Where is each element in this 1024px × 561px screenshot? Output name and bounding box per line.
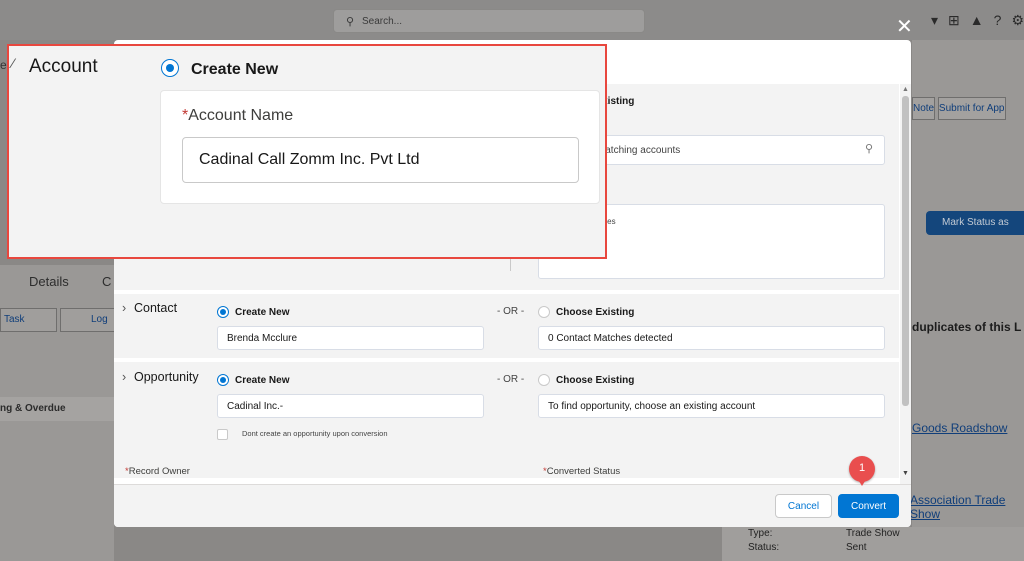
opportunity-name-input[interactable]: Cadinal Inc.- [217, 394, 484, 418]
contact-toggle[interactable]: › Contact [122, 301, 177, 315]
account-create-new-label: Create New [191, 61, 279, 78]
log-call-button[interactable]: Log [60, 308, 122, 332]
account-zoom-callout: ⁄ Account Create New *Account Name Cadin… [7, 44, 607, 259]
account-create-new-radio[interactable] [161, 59, 179, 77]
cancel-button[interactable]: Cancel [775, 494, 832, 518]
step-badge: 1 [849, 456, 875, 486]
no-opportunity-label: Dont create an opportunity upon conversi… [242, 429, 388, 438]
status-label: Status: [748, 542, 780, 553]
record-owner-label: *Record Owner [125, 466, 190, 477]
edit-icon: ⁄ [12, 55, 15, 71]
modal-footer: Cancel Convert [114, 484, 911, 527]
contact-matches-field: 0 Contact Matches detected [538, 326, 885, 350]
help-icon[interactable]: ? [994, 12, 1002, 29]
opportunity-title: Opportunity [134, 370, 199, 384]
section-divider [510, 257, 511, 271]
scroll-up-icon[interactable]: ▲ [902, 86, 909, 93]
opportunity-choose-existing-label: Choose Existing [556, 375, 635, 386]
contact-create-new-radio[interactable] [217, 306, 229, 318]
search-icon: ⚲ [865, 143, 874, 155]
global-search[interactable]: ⚲ Search... [333, 9, 645, 33]
opportunity-section: › Opportunity Create New - OR - Choose Ex… [114, 362, 899, 478]
convert-button[interactable]: Convert [838, 494, 899, 518]
opportunity-create-new-radio[interactable] [217, 374, 229, 386]
opportunity-or: - OR - [497, 374, 525, 385]
contact-choose-existing-radio[interactable] [538, 306, 550, 318]
gear-icon[interactable]: ⚙ [1011, 12, 1024, 29]
contact-or: - OR - [497, 306, 525, 317]
header-icons: ▾ ⊞ ▲ ? ⚙ [931, 12, 1024, 29]
campaign-link-association[interactable]: Association Trade Show [910, 493, 1024, 521]
favorites-icon[interactable]: ▾ [931, 12, 938, 29]
account-title: Account [29, 56, 98, 77]
close-icon[interactable]: ✕ [896, 17, 913, 37]
no-opportunity-checkbox[interactable] [217, 429, 228, 440]
opportunity-create-new-label: Create New [235, 375, 290, 386]
chevron-right-icon: › [122, 370, 127, 384]
tab-other[interactable]: C [102, 274, 111, 289]
global-search-placeholder: Search... [362, 16, 403, 27]
trailhead-icon[interactable]: ▲ [970, 12, 984, 29]
new-task-button[interactable]: Task [0, 308, 57, 332]
converted-status-label: *Converted Status [543, 466, 621, 477]
tab-details[interactable]: Details [29, 274, 69, 289]
opportunity-existing-hint: To find opportunity, choose an existing … [538, 394, 885, 418]
scroll-thumb[interactable] [902, 96, 909, 406]
campaign-link-goods[interactable]: Goods Roadshow [912, 421, 1007, 435]
account-name-input[interactable]: Cadinal Call Zomm Inc. Pvt Ltd [182, 137, 579, 183]
scroll-down-icon[interactable]: ▼ [902, 470, 909, 477]
account-name-label: *Account Name [182, 107, 294, 124]
chevron-right-icon: › [122, 301, 127, 315]
action-buttons: Note Submit for App [912, 97, 1006, 120]
type-label: Type: [748, 528, 773, 539]
modal-scrollbar[interactable]: ▲ ▼ [900, 84, 911, 484]
edit-icon: e [0, 58, 7, 72]
contact-section: › Contact Create New - OR - Choose Existi… [114, 294, 899, 358]
overdue-header: ng & Overdue [0, 397, 114, 421]
add-icon[interactable]: ⊞ [948, 12, 960, 29]
contact-create-new-label: Create New [235, 307, 290, 318]
type-value: Trade Show [846, 528, 900, 539]
submit-for-approval-button[interactable]: Submit for App [937, 97, 1006, 120]
contact-choose-existing-label: Choose Existing [556, 307, 635, 318]
contact-name-input[interactable]: Brenda Mcclure [217, 326, 484, 350]
account-create-card: *Account Name Cadinal Call Zomm Inc. Pvt… [160, 90, 600, 204]
note-button[interactable]: Note [912, 97, 936, 120]
status-value: Sent [846, 542, 867, 553]
search-icon: ⚲ [346, 16, 355, 28]
duplicates-heading: duplicates of this L [912, 320, 1022, 334]
contact-title: Contact [134, 301, 178, 315]
mark-status-button[interactable]: Mark Status as [926, 211, 1024, 235]
opportunity-choose-existing-radio[interactable] [538, 374, 550, 386]
opportunity-toggle[interactable]: › Opportunity [122, 370, 199, 384]
